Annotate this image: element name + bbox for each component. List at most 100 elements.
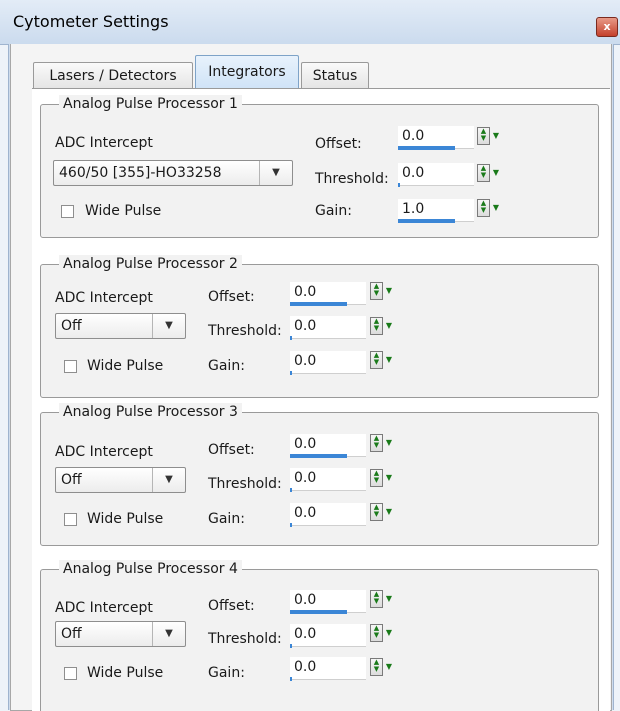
wide-pulse-label: Wide Pulse <box>87 358 164 374</box>
gain-input[interactable]: 0.0 <box>290 503 366 527</box>
close-button[interactable]: x <box>596 17 618 37</box>
offset-level-bar <box>290 610 347 614</box>
threshold-label: Threshold: <box>208 476 282 492</box>
wide-pulse-checkbox[interactable] <box>64 360 77 373</box>
threshold-level-bar <box>290 644 293 648</box>
close-icon: x <box>603 20 611 33</box>
spin-menu-icon[interactable]: ▼ <box>384 320 394 332</box>
threshold-input[interactable]: 0.0 <box>290 468 366 492</box>
gain-label: Gain: <box>208 511 245 527</box>
chevron-down-icon: ▼ <box>259 161 292 185</box>
spin-menu-icon[interactable]: ▼ <box>491 130 501 142</box>
adc-intercept-select[interactable]: Off ▼ <box>55 467 186 493</box>
gain-input[interactable]: 0.0 <box>290 351 366 375</box>
gain-spinner[interactable]: ▲ ▼ ▼ <box>370 351 394 369</box>
gain-input[interactable]: 0.0 <box>290 657 366 681</box>
offset-spinner[interactable]: ▲ ▼ ▼ <box>477 127 501 145</box>
spin-up-down-icon[interactable]: ▲ ▼ <box>370 469 383 487</box>
wide-pulse-checkbox[interactable] <box>61 205 74 218</box>
gain-label: Gain: <box>208 665 245 681</box>
adc-intercept-label: ADC Intercept <box>55 290 153 306</box>
tab-status[interactable]: Status <box>301 62 369 89</box>
spin-menu-icon[interactable]: ▼ <box>384 472 394 484</box>
processor-title: Analog Pulse Processor 2 <box>59 255 242 273</box>
spin-menu-icon[interactable]: ▼ <box>384 285 394 297</box>
spin-menu-icon[interactable]: ▼ <box>491 167 501 179</box>
threshold-spinner[interactable]: ▲ ▼ ▼ <box>477 164 501 182</box>
offset-input[interactable]: 0.0 <box>290 590 366 614</box>
spin-up-down-icon[interactable]: ▲ ▼ <box>370 351 383 369</box>
offset-spinner[interactable]: ▲ ▼ ▼ <box>370 434 394 452</box>
offset-label: Offset: <box>315 136 362 152</box>
adc-intercept-label: ADC Intercept <box>55 444 153 460</box>
gain-input[interactable]: 1.0 <box>398 199 474 223</box>
offset-level-bar <box>290 454 347 458</box>
gain-level-bar <box>290 523 293 527</box>
processor-title: Analog Pulse Processor 1 <box>59 95 242 113</box>
threshold-input[interactable]: 0.0 <box>398 163 474 187</box>
gain-level-bar <box>290 371 293 375</box>
threshold-input[interactable]: 0.0 <box>290 624 366 648</box>
spin-up-down-icon[interactable]: ▲ ▼ <box>477 164 490 182</box>
spin-menu-icon[interactable]: ▼ <box>384 627 394 639</box>
offset-spinner[interactable]: ▲ ▼ ▼ <box>370 282 394 300</box>
tab-lasers-detectors[interactable]: Lasers / Detectors <box>33 62 193 89</box>
spin-menu-icon[interactable]: ▼ <box>384 661 394 673</box>
spin-menu-icon[interactable]: ▼ <box>491 202 501 214</box>
wide-pulse-label: Wide Pulse <box>85 203 162 219</box>
spin-up-down-icon[interactable]: ▲ ▼ <box>370 503 383 521</box>
wide-pulse-label: Wide Pulse <box>87 665 164 681</box>
adc-intercept-select[interactable]: 460/50 [355]-HO33258 ▼ <box>53 160 293 186</box>
spin-up-down-icon[interactable]: ▲ ▼ <box>370 434 383 452</box>
spin-up-down-icon[interactable]: ▲ ▼ <box>370 590 383 608</box>
offset-label: Offset: <box>208 598 255 614</box>
wide-pulse-checkbox[interactable] <box>64 667 77 680</box>
gain-spinner[interactable]: ▲ ▼ ▼ <box>370 658 394 676</box>
gain-level-bar <box>398 219 455 223</box>
threshold-label: Threshold: <box>208 323 282 339</box>
spin-menu-icon[interactable]: ▼ <box>384 506 394 518</box>
adc-intercept-value: 460/50 [355]-HO33258 <box>59 165 222 181</box>
adc-intercept-select[interactable]: Off ▼ <box>55 621 186 647</box>
offset-label: Offset: <box>208 289 255 305</box>
processor-title: Analog Pulse Processor 4 <box>59 560 242 578</box>
spin-up-down-icon[interactable]: ▲ ▼ <box>370 624 383 642</box>
processor-title: Analog Pulse Processor 3 <box>59 403 242 421</box>
gain-spinner[interactable]: ▲ ▼ ▼ <box>370 503 394 521</box>
gain-label: Gain: <box>208 358 245 374</box>
threshold-input[interactable]: 0.0 <box>290 316 366 340</box>
gain-level-bar <box>290 677 293 681</box>
spin-up-down-icon[interactable]: ▲ ▼ <box>477 127 490 145</box>
offset-label: Offset: <box>208 442 255 458</box>
threshold-level-bar <box>398 183 401 187</box>
wide-pulse-label: Wide Pulse <box>87 511 164 527</box>
spin-up-down-icon[interactable]: ▲ ▼ <box>477 199 490 217</box>
chevron-down-icon: ▼ <box>152 468 185 492</box>
adc-intercept-select[interactable]: Off ▼ <box>55 313 186 339</box>
chevron-down-icon: ▼ <box>152 622 185 646</box>
offset-input[interactable]: 0.0 <box>290 282 366 306</box>
spin-menu-icon[interactable]: ▼ <box>384 354 394 366</box>
threshold-label: Threshold: <box>315 171 389 187</box>
offset-spinner[interactable]: ▲ ▼ ▼ <box>370 590 394 608</box>
spin-up-down-icon[interactable]: ▲ ▼ <box>370 658 383 676</box>
adc-intercept-value: Off <box>61 626 82 642</box>
wide-pulse-checkbox[interactable] <box>64 513 77 526</box>
offset-level-bar <box>398 146 455 150</box>
threshold-spinner[interactable]: ▲ ▼ ▼ <box>370 469 394 487</box>
threshold-spinner[interactable]: ▲ ▼ ▼ <box>370 624 394 642</box>
offset-input[interactable]: 0.0 <box>290 434 366 458</box>
offset-level-bar <box>290 302 347 306</box>
title-bar: Cytometer Settings x <box>0 0 620 45</box>
tab-integrators[interactable]: Integrators <box>195 55 299 89</box>
spin-up-down-icon[interactable]: ▲ ▼ <box>370 282 383 300</box>
offset-input[interactable]: 0.0 <box>398 126 474 150</box>
gain-spinner[interactable]: ▲ ▼ ▼ <box>477 199 501 217</box>
adc-intercept-value: Off <box>61 472 82 488</box>
adc-intercept-value: Off <box>61 318 82 334</box>
spin-up-down-icon[interactable]: ▲ ▼ <box>370 317 383 335</box>
spin-menu-icon[interactable]: ▼ <box>384 593 394 605</box>
threshold-level-bar <box>290 488 293 492</box>
spin-menu-icon[interactable]: ▼ <box>384 437 394 449</box>
threshold-spinner[interactable]: ▲ ▼ ▼ <box>370 317 394 335</box>
